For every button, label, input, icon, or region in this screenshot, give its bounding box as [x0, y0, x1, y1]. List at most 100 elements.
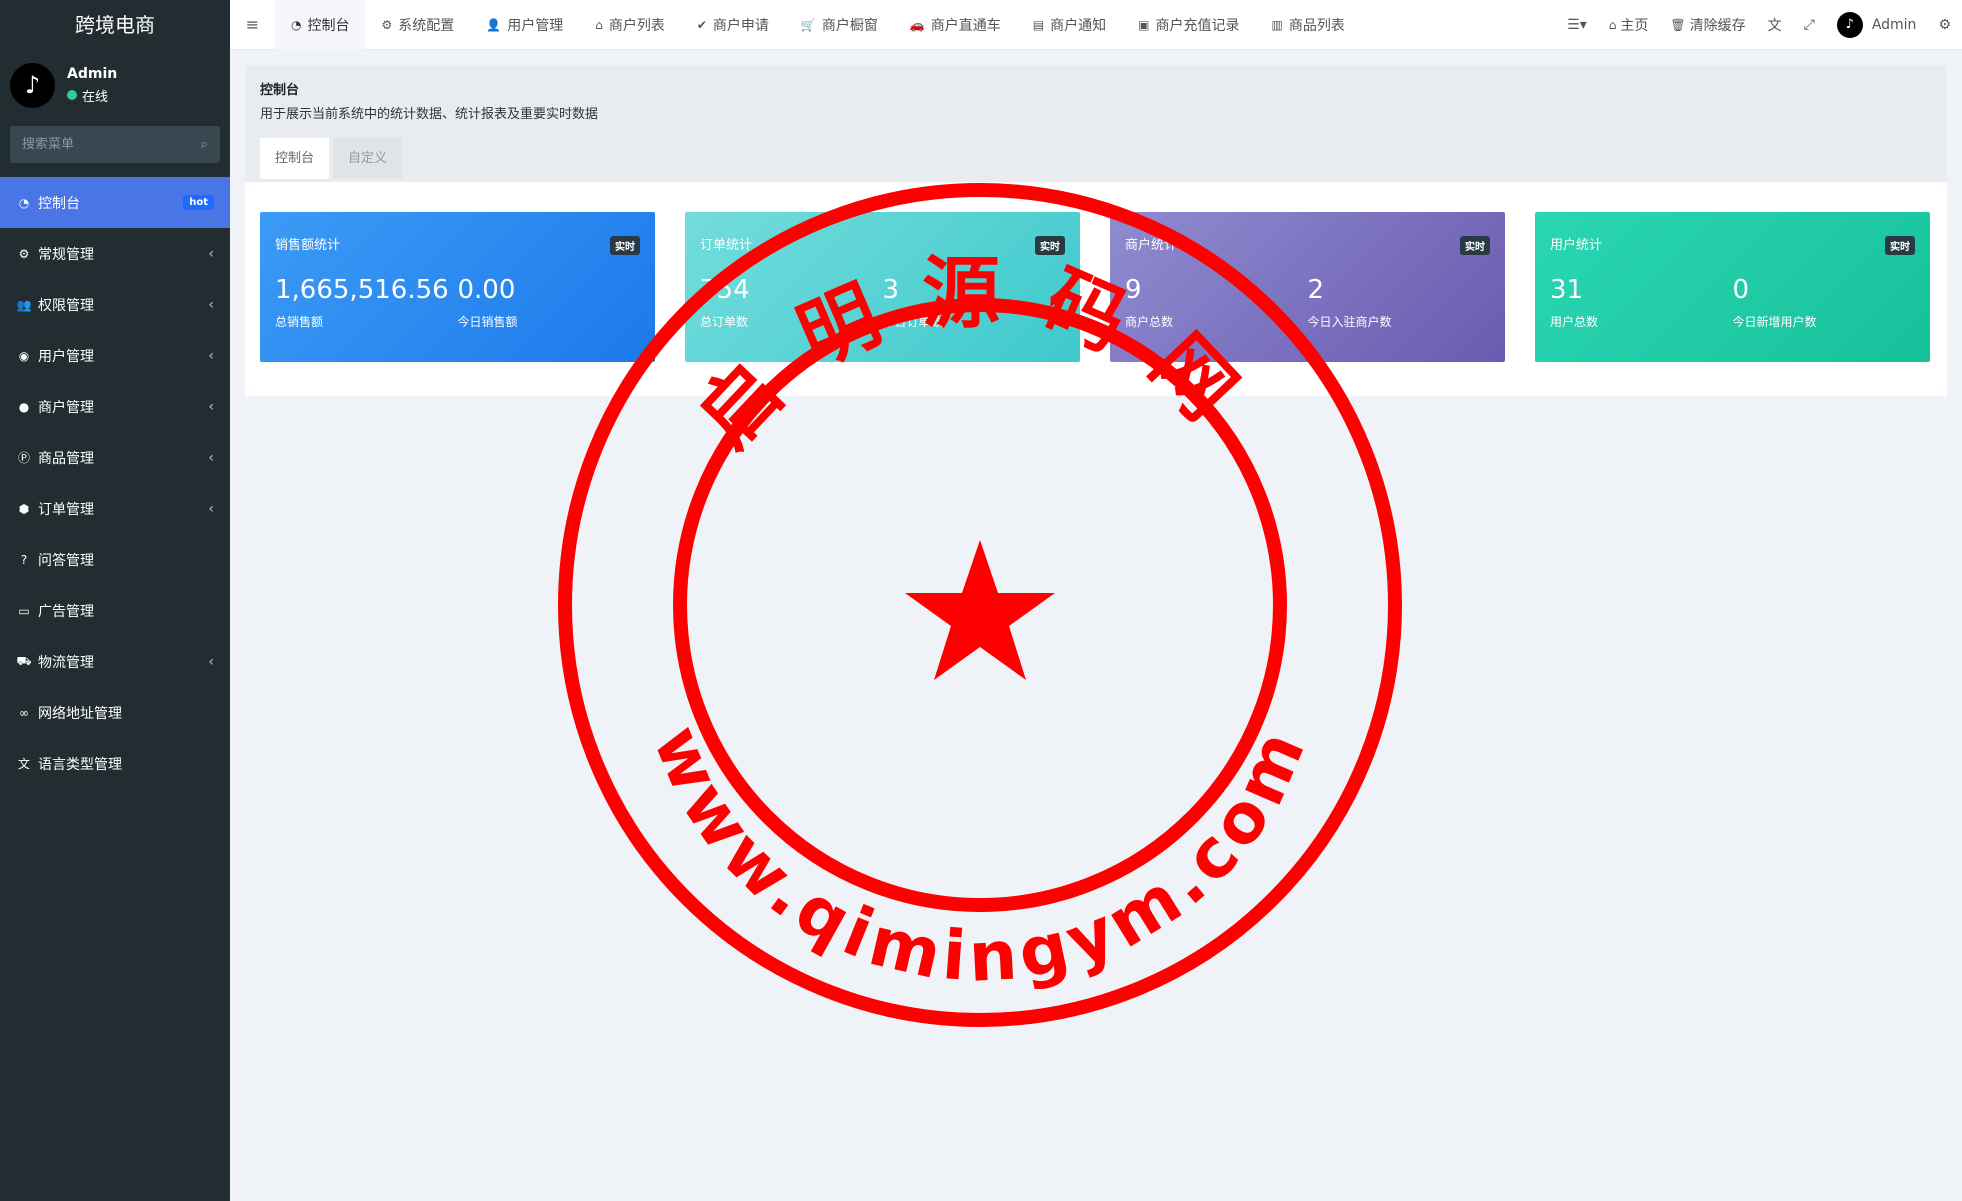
home-link[interactable]: ⌂ 主页 [1598, 15, 1660, 35]
sidebar-item-label: 物流管理 [38, 654, 94, 671]
chevron-left-icon: ‹ [208, 296, 214, 313]
tab-label: 商户充值记录 [1155, 17, 1240, 34]
settings-icon[interactable]: ⚙ [1927, 17, 1962, 33]
tab-list-dropdown-icon[interactable]: ☰▾ [1556, 17, 1598, 33]
card-value: 1,665,516.56 [275, 275, 449, 305]
admin-menu[interactable]: ♪ Admin [1826, 11, 1928, 38]
tab-label: 商品列表 [1288, 17, 1345, 34]
tab-label: 商户直通车 [930, 17, 1001, 34]
tab-merchant-notice[interactable]: ▤ 商户通知 [1017, 0, 1122, 50]
sidebar-item-orders[interactable]: ⬢ 订单管理 ‹ [0, 483, 230, 534]
clear-cache-button[interactable]: 🗑 清除缓存 [1659, 15, 1756, 35]
user-status: 在线 [67, 86, 117, 105]
sidebar-item-merchants[interactable]: ● 商户管理 ‹ [0, 381, 230, 432]
card-label: 今日入驻商户数 [1307, 315, 1392, 329]
check-circle-icon: ✔ [696, 17, 707, 32]
panel-tabs: 控制台 自定义 [260, 138, 1932, 179]
tab-user-management[interactable]: 👤 用户管理 [470, 0, 579, 50]
page-description: 用于展示当前系统中的统计数据、统计报表及重要实时数据 [260, 107, 599, 122]
dashboard-icon: ◔ [18, 195, 30, 210]
tab-label: 控制台 [307, 17, 350, 34]
card-label: 总销售额 [275, 315, 324, 329]
notice-icon: ▤ [1032, 17, 1045, 32]
user-circle-icon: ◉ [18, 348, 30, 363]
shop-icon: ▥ [1271, 17, 1283, 32]
sidebar-item-label: 订单管理 [38, 501, 94, 518]
card-value: 9 [1125, 275, 1142, 305]
money-icon: ▣ [1138, 17, 1150, 32]
hot-badge: hot [183, 195, 214, 210]
user-name: Admin [67, 65, 118, 82]
fullscreen-icon[interactable]: ⤢ [1793, 17, 1826, 33]
order-stat-card: 订单统计 实时 754 总订单数 3 今日订单数 [685, 212, 1080, 362]
realtime-badge: 实时 [1885, 236, 1915, 255]
panel-header: 控制台 用于展示当前系统中的统计数据、统计报表及重要实时数据 控制台 自定义 [245, 65, 1947, 182]
sidebar-item-permissions[interactable]: 👥 权限管理 ‹ [0, 279, 230, 330]
home-icon: ⌂ [1608, 17, 1617, 32]
panel-tab-custom[interactable]: 自定义 [333, 138, 403, 179]
tab-dashboard[interactable]: ◔ 控制台 [275, 0, 366, 50]
sidebar-item-label: 商品管理 [38, 450, 94, 467]
sidebar-item-general[interactable]: ⚙ 常规管理 ‹ [0, 228, 230, 279]
cart-icon: 🛒 [800, 17, 816, 32]
card-title: 商户统计 [1125, 238, 1178, 253]
sidebar-item-logistics[interactable]: ⛟ 物流管理 ‹ [0, 636, 230, 687]
tab-merchant-list[interactable]: ⌂ 商户列表 [579, 0, 681, 50]
sidebar-item-label: 商户管理 [38, 399, 94, 416]
card-label: 用户总数 [1550, 315, 1599, 329]
chevron-left-icon: ‹ [208, 245, 214, 262]
apple-icon: ● [18, 399, 30, 414]
user-icon: 👤 [486, 17, 502, 32]
cog-icon: ⚙ [381, 17, 393, 32]
search-icon[interactable]: ⌕ [201, 137, 208, 152]
user-panel: ♪ Admin 在线 [0, 50, 230, 120]
online-dot-icon [67, 90, 77, 100]
page-title: 控制台 [260, 83, 300, 98]
tab-label: 商户橱窗 [821, 17, 878, 34]
sidebar-item-label: 常规管理 [38, 246, 94, 263]
tab-label: 商户列表 [608, 17, 665, 34]
tab-merchant-recharge[interactable]: ▣ 商户充值记录 [1122, 0, 1255, 50]
group-icon: 👥 [16, 297, 32, 312]
sidebar-item-products[interactable]: Ⓟ 商品管理 ‹ [0, 432, 230, 483]
sidebar-item-urls[interactable]: ∞ 网络地址管理 [0, 687, 230, 738]
sidebar-menu: ◔ 控制台 hot ⚙ 常规管理 ‹ 👥 权限管理 ‹ ◉ 用户管理 ‹ ● 商… [0, 177, 230, 789]
tab-product-list[interactable]: ▥ 商品列表 [1255, 0, 1360, 50]
sidebar-toggle-icon[interactable]: ≡ [230, 15, 275, 34]
app-title[interactable]: 跨境电商 [0, 0, 230, 50]
trash-icon: 🗑 [1670, 17, 1686, 32]
link-icon: ∞ [19, 705, 29, 720]
menu-search: ⌕ [10, 126, 220, 163]
tab-merchant-express[interactable]: 🚗 商户直通车 [894, 0, 1017, 50]
sidebar-item-dashboard[interactable]: ◔ 控制台 hot [0, 177, 230, 228]
tab-merchant-apply[interactable]: ✔ 商户申请 [681, 0, 785, 50]
home-icon: ⌂ [595, 17, 603, 32]
panel-tab-dashboard[interactable]: 控制台 [260, 138, 330, 179]
ad-icon: ▭ [18, 603, 30, 618]
card-value: 0.00 [457, 275, 516, 305]
language-icon[interactable]: 文 [1757, 15, 1793, 35]
card-label: 今日新增用户数 [1732, 315, 1817, 329]
status-label: 在线 [82, 89, 109, 105]
sales-stat-card: 销售额统计 实时 1,665,516.56 总销售额 0.00 今日销售额 [260, 212, 655, 362]
sidebar-item-ads[interactable]: ▭ 广告管理 [0, 585, 230, 636]
tab-system-config[interactable]: ⚙ 系统配置 [365, 0, 470, 50]
sidebar-item-qa[interactable]: ? 问答管理 [0, 534, 230, 585]
star-icon [905, 540, 1055, 680]
sidebar: 跨境电商 ♪ Admin 在线 ⌕ ◔ 控制台 hot ⚙ 常规管理 ‹ 👥 权… [0, 0, 230, 1201]
card-value: 3 [882, 275, 900, 305]
tab-label: 商户通知 [1050, 17, 1107, 34]
sidebar-item-label: 权限管理 [38, 297, 94, 314]
user-avatar[interactable]: ♪ [10, 62, 55, 108]
sidebar-item-users[interactable]: ◉ 用户管理 ‹ [0, 330, 230, 381]
sidebar-item-label: 问答管理 [38, 552, 94, 569]
tab-label: 商户申请 [712, 17, 769, 34]
card-label: 商户总数 [1125, 315, 1174, 329]
tab-merchant-showcase[interactable]: 🛒 商户橱窗 [785, 0, 894, 50]
card-title: 订单统计 [700, 238, 753, 253]
sidebar-item-label: 语言类型管理 [38, 756, 122, 773]
truck-icon: ⛟ [16, 653, 32, 668]
menu-search-input[interactable] [22, 137, 201, 152]
sidebar-item-languages[interactable]: 文 语言类型管理 [0, 738, 230, 789]
product-icon: Ⓟ [17, 451, 30, 465]
